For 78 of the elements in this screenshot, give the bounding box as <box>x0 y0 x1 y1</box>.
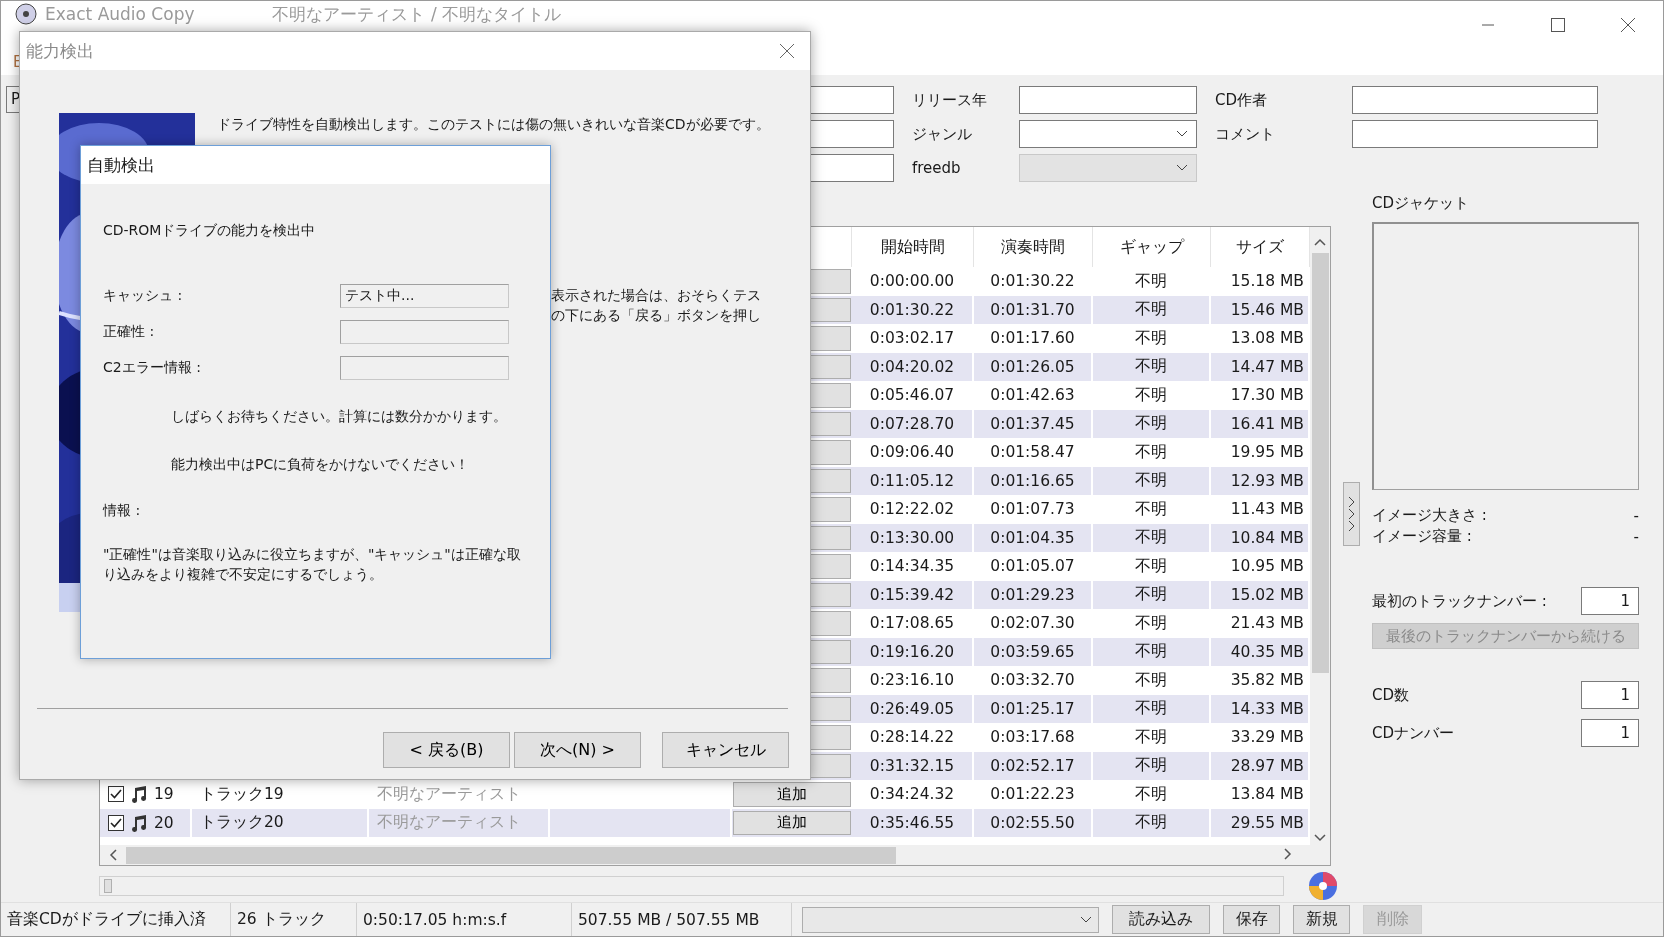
dialog-title: 自動検出 <box>87 153 155 177</box>
readonly-field: テスト中... <box>340 284 509 308</box>
toolbar-button[interactable]: 読み込み <box>1112 905 1210 934</box>
chevrons-icon <box>1347 494 1356 534</box>
table-cell: トラック20 <box>192 808 369 837</box>
info-label: 情報 : <box>103 502 142 520</box>
dialog-button[interactable]: キャンセル <box>662 732 789 768</box>
field-label: CD数 <box>1372 685 1410 705</box>
field-label: キャッシュ : <box>103 287 184 305</box>
input-field[interactable] <box>1352 120 1598 148</box>
table-cell: 0:35:46.55 <box>852 808 974 837</box>
scroll-down-icon[interactable] <box>1314 834 1326 842</box>
close-icon <box>779 43 795 59</box>
caret-icon <box>1176 164 1188 172</box>
disc-icon <box>1308 871 1338 901</box>
status-text: 26 トラック <box>231 903 357 936</box>
toolbar-button[interactable]: 保存 <box>1223 905 1280 934</box>
field-label: CDナンバー <box>1372 723 1455 743</box>
app-icon <box>15 3 37 25</box>
field-label: 最初のトラックナンバー : <box>1372 591 1547 611</box>
status-text: 音楽CDがドライブに挿入済 <box>1 903 231 936</box>
minimize-icon <box>1482 24 1494 26</box>
table-cell: 不明 <box>1093 808 1211 837</box>
scrollbar-thumb[interactable] <box>1311 253 1329 673</box>
status-text: 0:50:17.05 h:m:s.f <box>357 903 572 936</box>
caret-icon <box>1176 130 1188 138</box>
input-field[interactable] <box>1019 86 1197 114</box>
checkbox[interactable] <box>108 786 124 803</box>
field-label: ジャンル <box>911 123 973 145</box>
input-field[interactable]: 1 <box>1581 587 1639 615</box>
table-cell: 不明なアーティスト <box>369 808 550 837</box>
expand-toggle[interactable] <box>1343 482 1360 546</box>
music-note-icon <box>130 785 148 804</box>
input-field[interactable]: 1 <box>1581 681 1639 709</box>
status-text: CD-ROMドライブの能力を検出中 <box>103 222 317 240</box>
input-field[interactable] <box>1352 86 1598 114</box>
field-label: freedb <box>911 158 962 179</box>
field-label: CD作者 <box>1214 89 1269 111</box>
note-text: 能力検出中はPCに負荷をかけないでください！ <box>171 456 471 474</box>
scroll-up-icon[interactable] <box>1314 238 1326 246</box>
slider-thumb[interactable] <box>104 879 112 893</box>
window-title: 不明なアーティスト / 不明なタイトル <box>272 2 562 26</box>
status-text: 507.55 MB / 507.55 MB <box>572 903 792 936</box>
scrollbar-thumb[interactable] <box>126 846 896 864</box>
dialog-title: 能力検出 <box>26 39 94 63</box>
dialog-button[interactable]: < 戻る(B) <box>383 732 510 768</box>
intro-text: ドライブ特性を自動検出します。このテストには傷の無いきれいな音楽CDが必要です。 <box>217 116 770 134</box>
description-text: の下にある「戻る」ボタンを押し <box>551 306 762 325</box>
note-text: しばらくお待ちください。計算には数分かかります。 <box>171 408 508 426</box>
input-field[interactable]: 1 <box>1581 719 1639 747</box>
window-title: Exact Audio Copy <box>45 4 195 24</box>
position-slider[interactable] <box>99 876 1284 896</box>
add-button[interactable]: 追加 <box>733 782 851 807</box>
caret-icon <box>1080 915 1092 924</box>
info-label: イメージ容量 : <box>1372 527 1472 546</box>
track-number: 20 <box>154 813 174 832</box>
description-text: 表示された場合は、おそらくテス <box>551 286 762 305</box>
combo-box[interactable] <box>1019 120 1197 148</box>
field-label: リリース年 <box>911 89 988 111</box>
scroll-right-icon[interactable] <box>1284 848 1292 860</box>
info-value: - <box>1633 527 1639 546</box>
maximize-icon <box>1551 18 1565 32</box>
scroll-left-icon[interactable] <box>109 849 117 861</box>
info-label: イメージ大きさ : <box>1372 506 1487 525</box>
info-text: "正確性"は音楽取り込みに役立ちますが、"キャッシュ"は正確な取り込みをより複雑で不安定にするでしょう。 <box>103 545 522 584</box>
toolbar-button[interactable]: 新規 <box>1293 905 1350 934</box>
track-number: 19 <box>154 785 174 804</box>
jacket-label: CDジャケット <box>1372 194 1471 213</box>
checkbox[interactable] <box>108 814 124 831</box>
add-button[interactable]: 追加 <box>733 810 851 835</box>
table-cell: 0:02:55.50 <box>974 808 1093 837</box>
field-label: C2エラー情報 : <box>103 359 202 377</box>
close-icon <box>1620 17 1636 33</box>
field-label: 正確性 : <box>103 323 156 341</box>
dialog-button[interactable]: 次へ(N) > <box>514 732 641 768</box>
music-note-icon <box>130 813 148 832</box>
info-value: - <box>1633 506 1639 525</box>
field-label: コメント <box>1214 123 1276 145</box>
